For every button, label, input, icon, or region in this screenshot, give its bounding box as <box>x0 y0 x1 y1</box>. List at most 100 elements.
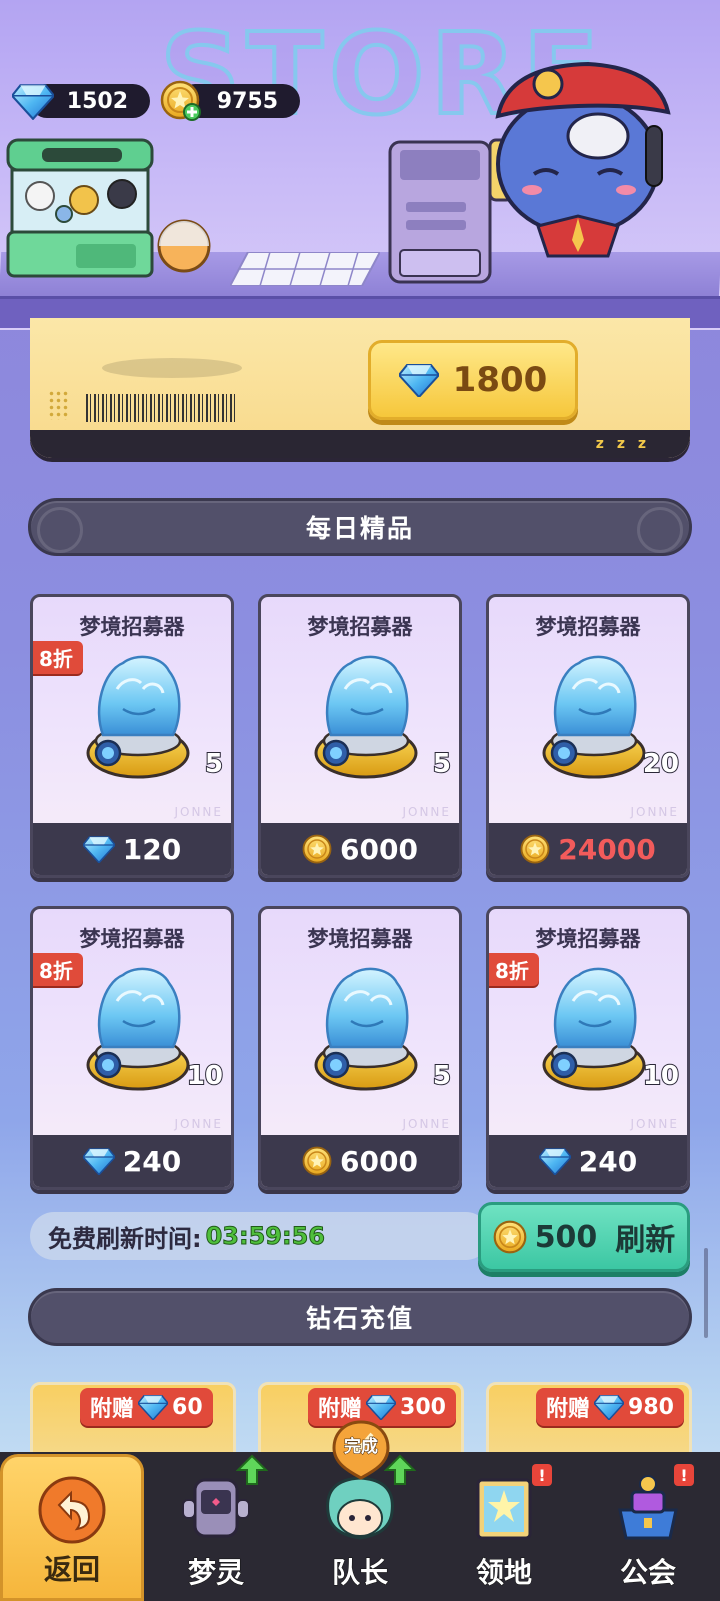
daily-section-title: 每日精品 <box>305 514 414 543</box>
product-price-bar[interactable]: 6000 <box>261 823 459 875</box>
bonus-tag: 附赠 60 <box>80 1388 213 1426</box>
product-name: 梦境招募器 <box>535 615 641 639</box>
nav-label: 返回 <box>43 1553 100 1586</box>
product-price-bar[interactable]: 120 <box>33 823 231 875</box>
dream-recruiter-icon <box>83 649 193 779</box>
coin-icon <box>302 1146 332 1176</box>
product-card[interactable]: 梦境招募器 JONNE 5 6000 <box>258 594 462 878</box>
bar-ornament-left <box>37 507 83 553</box>
product-name: 梦境招募器 <box>79 927 185 951</box>
product-quantity: 10 <box>186 1060 224 1092</box>
scrollbar[interactable] <box>704 1248 708 1338</box>
back-arrow-icon <box>38 1476 106 1544</box>
diamond-icon <box>83 1147 115 1175</box>
capsule-ball-icon <box>157 219 211 273</box>
product-card[interactable]: 梦境招募器 JONNE 5 120 8折 <box>30 594 234 878</box>
product-price: 6000 <box>340 1144 418 1178</box>
product-card[interactable]: 梦境招募器 JONNE 5 6000 <box>258 906 462 1190</box>
diamond-icon <box>366 1394 396 1420</box>
nav-spirits[interactable]: 梦灵 <box>144 1454 288 1601</box>
dream-recruiter-icon <box>311 961 421 1091</box>
product-quantity: 5 <box>432 1060 452 1092</box>
bonus-amount: 300 <box>400 1394 446 1420</box>
coin-count: 9755 <box>216 88 278 114</box>
product-quantity: 5 <box>204 748 224 780</box>
ticket-dots <box>48 390 68 420</box>
barcode <box>86 394 236 422</box>
free-refresh-timer: 免费刷新时间: 03:59:56 <box>30 1212 490 1260</box>
diamond-icon <box>594 1394 624 1420</box>
bonus-amount: 980 <box>628 1394 674 1420</box>
nav-label: 梦灵 <box>187 1556 244 1590</box>
card-watermark: JONNE <box>174 805 223 819</box>
nav-label: 公会 <box>619 1556 676 1590</box>
dream-recruiter-icon <box>539 961 649 1091</box>
product-price: 240 <box>122 1144 182 1178</box>
product-price-bar[interactable]: 240 <box>489 1135 687 1187</box>
discount-tag: 8折 <box>33 953 83 986</box>
bar-ornament-right <box>637 507 683 553</box>
product-price-bar[interactable]: 240 <box>33 1135 231 1187</box>
product-name: 梦境招募器 <box>535 927 641 951</box>
bonus-label: 附赠 <box>318 1397 363 1422</box>
nav-guild[interactable]: ! 公会 <box>576 1454 720 1601</box>
card-watermark: JONNE <box>174 1117 223 1131</box>
ticket-zzz: z z z <box>595 436 650 452</box>
diamond-icon <box>12 82 54 120</box>
product-price: 6000 <box>340 832 418 866</box>
claw-machine-icon <box>6 138 154 278</box>
nav-label: 队长 <box>331 1556 388 1590</box>
discount-tag: 8折 <box>33 641 83 674</box>
ticket-shadow <box>102 358 242 378</box>
product-card[interactable]: 梦境招募器 JONNE 20 24000 <box>486 594 690 878</box>
bonus-tag: 附赠 980 <box>536 1388 684 1426</box>
daily-section-header: 每日精品 <box>28 498 692 556</box>
card-watermark: JONNE <box>630 1117 679 1131</box>
coin-icon <box>520 834 550 864</box>
card-watermark: JONNE <box>402 805 451 819</box>
card-watermark: JONNE <box>402 1117 451 1131</box>
diamond-count: 1502 <box>66 88 128 114</box>
product-price-bar[interactable]: 6000 <box>261 1135 459 1187</box>
featured-offer-card: z z z <box>30 318 690 458</box>
bonus-amount: 60 <box>172 1394 203 1420</box>
refresh-label: 免费刷新时间: <box>48 1224 202 1253</box>
nav-label: 领地 <box>475 1556 532 1590</box>
product-price-bar[interactable]: 24000 <box>489 823 687 875</box>
dream-recruiter-icon <box>311 649 421 779</box>
product-price: 120 <box>122 832 182 866</box>
coin-icon <box>493 1220 527 1254</box>
bonus-label: 附赠 <box>90 1397 135 1422</box>
product-price: 24000 <box>558 832 656 866</box>
refresh-button[interactable]: 500 刷新 <box>478 1202 690 1272</box>
grid-paper-icon <box>230 252 380 286</box>
discount-tag: 8折 <box>489 953 539 986</box>
card-watermark: JONNE <box>630 805 679 819</box>
coin-add-icon[interactable] <box>160 80 204 124</box>
diamond-icon <box>138 1394 168 1420</box>
dream-recruiter-icon <box>539 649 649 779</box>
alert-badge: ! <box>674 1464 694 1486</box>
nav-territory[interactable]: ! 领地 <box>432 1454 576 1601</box>
dream-recruiter-icon <box>83 961 193 1091</box>
product-name: 梦境招募器 <box>307 927 413 951</box>
product-price: 240 <box>578 1144 638 1178</box>
bonus-label: 附赠 <box>546 1397 591 1422</box>
diamond-icon <box>83 835 115 863</box>
recharge-section-title: 钻石充值 <box>305 1304 414 1333</box>
nav-back[interactable]: 返回 <box>0 1454 144 1601</box>
refresh-cost: 500 <box>534 1219 598 1255</box>
product-name: 梦境招募器 <box>307 615 413 639</box>
store-header: STORE 1502 9755 <box>0 0 720 330</box>
product-quantity: 10 <box>642 1060 680 1092</box>
product-card[interactable]: 梦境招募器 JONNE 10 240 8折 <box>486 906 690 1190</box>
territory-icon <box>476 1478 532 1540</box>
complete-badge[interactable]: 完成 <box>330 1420 392 1480</box>
upgrade-arrow-icon <box>236 1454 268 1485</box>
complete-label: 完成 <box>344 1437 379 1458</box>
featured-buy-button[interactable]: 1800 <box>368 340 578 420</box>
recharge-section-header: 钻石充值 <box>28 1288 692 1346</box>
shopkeeper-mascot <box>495 61 671 258</box>
product-quantity: 20 <box>642 748 680 780</box>
product-card[interactable]: 梦境招募器 JONNE 10 240 8折 <box>30 906 234 1190</box>
